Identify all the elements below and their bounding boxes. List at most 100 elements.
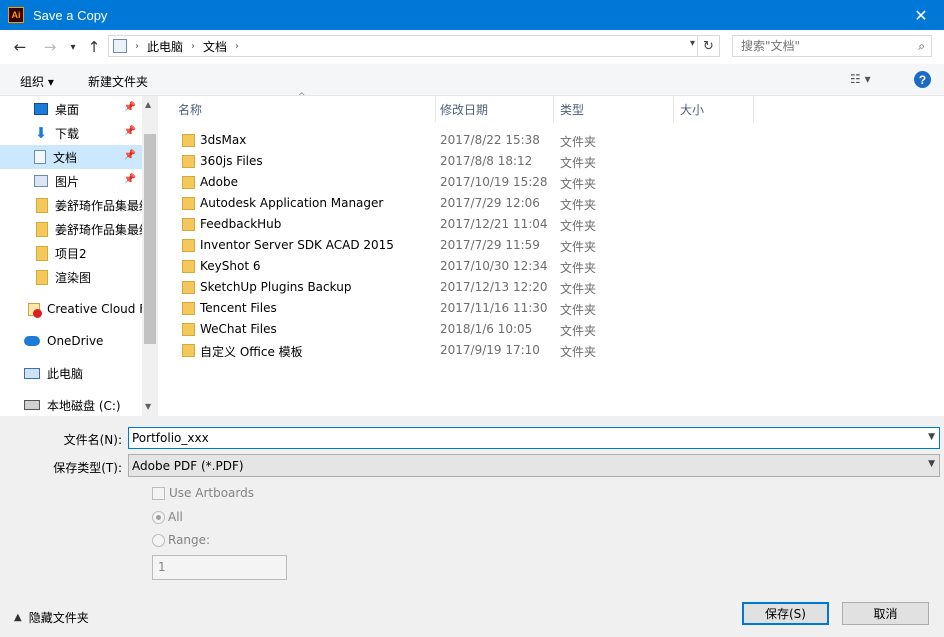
- file-row[interactable]: WeChat Files 2018/1/6 10:05 文件夹: [158, 319, 944, 340]
- file-row[interactable]: Tencent Files 2017/11/16 11:30 文件夹: [158, 298, 944, 319]
- document-icon: [34, 150, 46, 164]
- sidebar-item-pictures[interactable]: 图片 📌: [0, 169, 142, 193]
- folder-icon: [182, 218, 195, 231]
- scrollbar-thumb[interactable]: [144, 134, 156, 344]
- folder-icon: [182, 260, 195, 273]
- help-icon[interactable]: ?: [914, 71, 931, 88]
- filename-input[interactable]: [132, 431, 912, 445]
- breadcrumb-this-pc[interactable]: 此电脑: [147, 38, 183, 55]
- address-bar-row: ← → ▾ ↑ › 此电脑 › 文档 › ▾ ↻ ⌕: [0, 30, 944, 64]
- file-date: 2017/12/13 12:20: [440, 280, 548, 294]
- search-input[interactable]: [741, 39, 901, 53]
- drive-icon: [24, 400, 40, 410]
- sidebar-item-folder[interactable]: 姜舒琦作品集最终: [0, 193, 142, 217]
- file-row[interactable]: KeyShot 6 2017/10/30 12:34 文件夹: [158, 256, 944, 277]
- pin-icon[interactable]: 📌: [124, 126, 136, 137]
- sidebar-item-desktop[interactable]: 桌面 📌: [0, 97, 142, 121]
- file-row[interactable]: 自定义 Office 模板 2017/9/19 17:10 文件夹: [158, 340, 944, 361]
- range-label: Range:: [168, 533, 211, 547]
- file-row[interactable]: FeedbackHub 2017/12/21 11:04 文件夹: [158, 214, 944, 235]
- sidebar-item-documents[interactable]: 文档 📌: [0, 145, 142, 169]
- range-radio[interactable]: [152, 533, 165, 547]
- file-date: 2017/11/16 11:30: [440, 301, 548, 315]
- sidebar-item-label: OneDrive: [47, 334, 104, 348]
- folder-icon: [182, 323, 195, 336]
- all-radio[interactable]: [152, 510, 165, 524]
- folder-icon: [36, 245, 48, 261]
- file-row[interactable]: 3dsMax 2017/8/22 15:38 文件夹: [158, 130, 944, 151]
- new-folder-button[interactable]: 新建文件夹: [88, 73, 148, 90]
- file-type: 文件夹: [560, 135, 597, 149]
- file-row[interactable]: Autodesk Application Manager 2017/7/29 1…: [158, 193, 944, 214]
- sidebar-item-onedrive[interactable]: OneDrive: [0, 329, 142, 353]
- file-date: 2017/8/22 15:38: [440, 133, 540, 147]
- scroll-down-icon[interactable]: ▼: [145, 402, 151, 411]
- hide-folders-label: 隐藏文件夹: [28, 611, 89, 625]
- sidebar-item-label: 本地磁盘 (C:): [47, 398, 121, 413]
- sidebar-item-folder[interactable]: 渲染图: [0, 265, 142, 289]
- sidebar-item-creative-cloud[interactable]: Creative Cloud Files: [0, 297, 142, 321]
- sidebar-item-label: 此电脑: [47, 366, 84, 381]
- range-option[interactable]: Range:: [152, 533, 210, 547]
- filename-label: 文件名(N):: [63, 433, 122, 447]
- filetype-value: Adobe PDF (*.PDF): [132, 458, 244, 473]
- file-type: 文件夹: [560, 345, 597, 359]
- up-button[interactable]: ↑: [84, 37, 104, 57]
- back-button[interactable]: ←: [10, 37, 30, 57]
- filetype-select[interactable]: Adobe PDF (*.PDF) ▼: [128, 454, 940, 477]
- onedrive-icon: [24, 336, 40, 346]
- address-dropdown-icon[interactable]: ▾: [690, 38, 695, 49]
- sidebar-item-label: 下载: [55, 126, 80, 141]
- file-row[interactable]: Inventor Server SDK ACAD 2015 2017/7/29 …: [158, 235, 944, 256]
- navigation-scrollbar[interactable]: ▲ ▼: [142, 96, 158, 416]
- recent-locations-chevron-icon[interactable]: ▾: [63, 37, 83, 57]
- address-bar[interactable]: › 此电脑 › 文档 › ▾: [108, 35, 698, 57]
- pin-icon[interactable]: 📌: [124, 174, 136, 185]
- use-artboards-option[interactable]: Use Artboards: [152, 486, 254, 500]
- desktop-icon: [34, 103, 48, 115]
- column-header-type[interactable]: 类型: [554, 96, 674, 122]
- folder-icon: [36, 221, 48, 237]
- forward-button[interactable]: →: [40, 37, 60, 57]
- file-type: 文件夹: [560, 219, 597, 233]
- file-name: FeedbackHub: [200, 217, 282, 231]
- folder-icon: [182, 155, 195, 168]
- chevron-down-icon[interactable]: ▼: [928, 432, 935, 442]
- scroll-up-icon[interactable]: ▲: [145, 100, 151, 109]
- pin-icon[interactable]: 📌: [124, 150, 136, 161]
- sidebar-item-folder[interactable]: 项目2: [0, 241, 142, 265]
- file-date: 2017/8/8 18:12: [440, 154, 533, 168]
- column-header-name[interactable]: 名称 ^: [158, 92, 436, 122]
- pin-icon[interactable]: 📌: [124, 102, 136, 113]
- sidebar-item-folder[interactable]: 姜舒琦作品集最终: [0, 217, 142, 241]
- sidebar-item-local-disk[interactable]: 本地磁盘 (C:): [0, 393, 142, 416]
- search-icon[interactable]: ⌕: [918, 39, 925, 54]
- column-header-date[interactable]: 修改日期: [436, 96, 554, 122]
- all-option[interactable]: All: [152, 510, 183, 524]
- column-header-size[interactable]: 大小: [674, 96, 754, 122]
- change-view-button[interactable]: ☷ ▾: [850, 72, 871, 86]
- breadcrumb-separator-icon: ›: [235, 40, 240, 52]
- file-date: 2017/7/29 12:06: [440, 196, 540, 210]
- file-type: 文件夹: [560, 261, 597, 275]
- breadcrumb-separator-icon: ›: [135, 40, 139, 52]
- sidebar-item-downloads[interactable]: ⬇ 下载 📌: [0, 121, 142, 145]
- organize-menu[interactable]: 组织 ▾: [20, 73, 54, 90]
- close-button[interactable]: ✕: [898, 0, 944, 30]
- file-row[interactable]: Adobe 2017/10/19 15:28 文件夹: [158, 172, 944, 193]
- pictures-icon: [34, 175, 48, 187]
- sidebar-item-this-pc[interactable]: 此电脑: [0, 361, 142, 385]
- save-button[interactable]: 保存(S): [742, 602, 829, 625]
- hide-folders-toggle[interactable]: ▲ 隐藏文件夹: [14, 609, 89, 626]
- file-row[interactable]: SketchUp Plugins Backup 2017/12/13 12:20…: [158, 277, 944, 298]
- filename-combobox[interactable]: ▼: [128, 427, 940, 449]
- use-artboards-checkbox[interactable]: [152, 486, 165, 500]
- breadcrumb-separator-icon: ›: [191, 40, 196, 52]
- refresh-button[interactable]: ↻: [698, 35, 720, 57]
- cancel-button[interactable]: 取消: [842, 602, 929, 625]
- file-row[interactable]: 360js Files 2017/8/8 18:12 文件夹: [158, 151, 944, 172]
- chevron-down-icon[interactable]: ▼: [928, 459, 935, 469]
- breadcrumb-documents[interactable]: 文档: [203, 38, 227, 55]
- range-input[interactable]: 1: [152, 555, 287, 580]
- search-box[interactable]: ⌕: [732, 35, 932, 57]
